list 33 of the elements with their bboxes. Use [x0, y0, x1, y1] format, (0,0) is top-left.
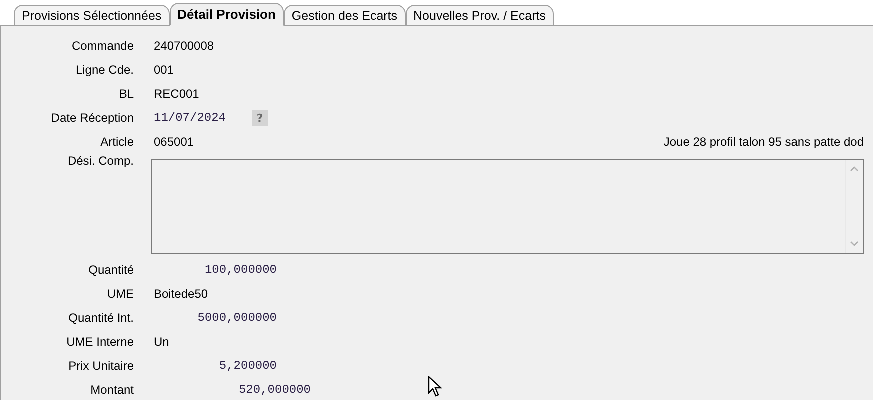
field-label: Article — [100, 135, 134, 149]
field-label: Dési. Comp. — [66, 154, 134, 168]
field-value: 5000,000000 — [196, 311, 277, 325]
article-description: Joue 28 profil talon 95 sans patte dod — [664, 135, 864, 149]
field-label: Quantité Int. — [68, 311, 134, 325]
field-label: BL — [118, 87, 134, 101]
field-value: 520,000000 — [238, 383, 311, 397]
field-value: Boitede50 — [154, 287, 208, 301]
field-label: Quantité — [88, 263, 134, 277]
help-button[interactable]: ? — [252, 110, 268, 126]
field-value: 001 — [154, 63, 174, 77]
mouse-pointer-icon — [428, 376, 442, 398]
field-value: 5,200000 — [218, 359, 277, 373]
scroll-up-icon — [850, 166, 859, 172]
tab[interactable]: Nouvelles Prov. / Ecarts — [406, 5, 554, 26]
field-value: 065001 — [154, 135, 194, 149]
field-label: UME — [106, 287, 134, 301]
field-value: REC001 — [154, 87, 200, 101]
date-value: 11/07/2024 — [154, 111, 226, 125]
tab[interactable]: Provisions Sélectionnées — [14, 5, 170, 26]
field-value: Un — [154, 335, 170, 349]
tab[interactable]: Gestion des Ecarts — [284, 5, 406, 26]
memo-field[interactable] — [151, 159, 864, 254]
scroll-down-icon — [850, 241, 859, 247]
field-label: Prix Unitaire — [68, 359, 134, 373]
field-label: Commande — [70, 39, 134, 53]
field-label: Date Réception — [50, 111, 134, 125]
tab[interactable]: Détail Provision — [170, 3, 284, 26]
field-label: Montant — [90, 383, 134, 397]
field-value: 100,000000 — [204, 263, 277, 277]
field-label: UME Interne — [66, 335, 134, 349]
field-value: 240700008 — [154, 39, 214, 53]
field-label: Ligne Cde. — [74, 63, 134, 77]
